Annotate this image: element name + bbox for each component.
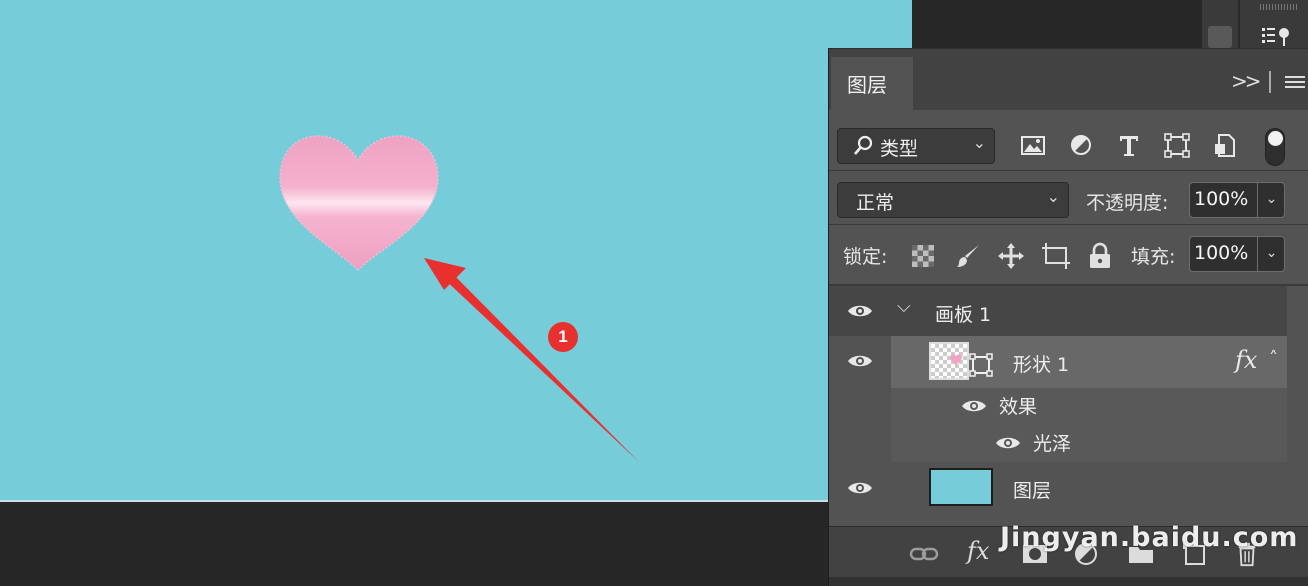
color-layer-thumbnail <box>929 468 993 506</box>
effects-highlight <box>891 388 1287 424</box>
heart-thumbnail-icon <box>950 354 962 365</box>
document-canvas[interactable]: 1 <box>0 0 912 502</box>
tab-divider <box>1269 71 1271 93</box>
effect-name-satin[interactable]: 光泽 <box>1033 429 1071 456</box>
layer-row-shape[interactable]: 形状 1 fx ˄ <box>829 336 1287 388</box>
shape-filter-icon[interactable] <box>1163 132 1191 158</box>
layer-filter-row: 类型 ⌄ <box>829 110 1308 168</box>
shape-layer-thumbnail <box>929 342 969 380</box>
pasteboard-top <box>912 0 1202 48</box>
side-dock <box>1202 0 1308 48</box>
lock-transparent-pixels-icon[interactable] <box>911 244 935 268</box>
lock-image-pixels-icon[interactable] <box>955 243 981 269</box>
properties-icon[interactable] <box>1260 24 1296 46</box>
lock-all-icon[interactable] <box>1088 242 1112 270</box>
tab-layers-label: 图层 <box>847 73 887 97</box>
annotation-badge: 1 <box>548 322 578 352</box>
chevron-down-icon: ⌄ <box>1046 187 1060 206</box>
blend-mode-dropdown[interactable]: 正常 ⌄ <box>837 182 1069 218</box>
lock-label: 锁定: <box>843 246 888 268</box>
panel-menu-icon[interactable] <box>1285 76 1305 88</box>
visibility-eye-icon[interactable] <box>995 435 1021 451</box>
layers-panel: 图层 >> 类型 ⌄ 正常 ⌄ 不透明度: 100% ⌄ 锁定: 填充: 100… <box>828 48 1308 586</box>
visibility-eye-icon[interactable] <box>847 480 873 496</box>
vector-mask-icon <box>969 353 993 377</box>
layer-row-color-fill[interactable]: 图层 <box>829 462 1287 514</box>
smart-object-filter-icon[interactable] <box>1211 132 1239 158</box>
layer-name-color-fill[interactable]: 图层 <box>1013 476 1051 503</box>
layer-effects-row[interactable]: 效果 <box>829 388 1287 424</box>
annotation-arrow <box>424 258 640 463</box>
dock-button[interactable] <box>1208 26 1232 48</box>
add-layer-style-icon[interactable]: fx <box>967 537 989 565</box>
layers-list: ⌵ 画板 1 形状 1 fx ˄ 效果 光泽 图层 <box>829 286 1308 526</box>
opacity-value: 100% <box>1194 188 1249 210</box>
fill-input[interactable]: 100% ⌄ <box>1189 236 1285 272</box>
collapse-panel-icon[interactable]: >> <box>1231 69 1261 93</box>
effect-highlight <box>891 424 1287 462</box>
chevron-down-icon[interactable]: ⌄ <box>1257 237 1285 271</box>
adjustment-filter-icon[interactable] <box>1067 132 1095 158</box>
filter-toggle-knob <box>1268 131 1283 146</box>
lock-position-icon[interactable] <box>997 242 1025 270</box>
visibility-eye-icon[interactable] <box>847 303 873 319</box>
dock-grip[interactable] <box>1260 4 1298 10</box>
layers-list-separator <box>829 284 1308 286</box>
layer-name-artboard[interactable]: 画板 1 <box>935 300 991 327</box>
filter-kind-dropdown[interactable]: 类型 ⌄ <box>837 128 995 164</box>
lock-artboard-icon[interactable] <box>1041 242 1071 270</box>
chevron-down-icon: ⌄ <box>972 133 986 152</box>
visibility-eye-icon[interactable] <box>847 353 873 369</box>
fill-label: 填充: <box>1131 246 1176 268</box>
pasteboard <box>0 502 830 586</box>
blend-mode-value: 正常 <box>856 192 895 214</box>
tab-layers[interactable]: 图层 <box>831 57 913 111</box>
layer-effect-satin-row[interactable]: 光泽 <box>829 424 1287 462</box>
chevron-down-icon[interactable]: ⌄ <box>1257 183 1285 217</box>
opacity-label: 不透明度: <box>1086 192 1169 214</box>
layer-row-artboard[interactable]: ⌵ 画板 1 <box>829 286 1287 336</box>
fill-value: 100% <box>1194 242 1249 264</box>
image-filter-icon[interactable] <box>1019 132 1047 158</box>
divider <box>829 224 1308 225</box>
dock-divider <box>1238 0 1240 48</box>
search-icon <box>854 135 873 155</box>
link-layers-icon[interactable] <box>909 541 939 567</box>
panel-bottom-edge <box>829 577 1308 586</box>
fx-indicator-icon[interactable]: fx <box>1235 346 1257 374</box>
opacity-input[interactable]: 100% ⌄ <box>1189 182 1285 218</box>
layer-name-shape[interactable]: 形状 1 <box>1013 350 1069 377</box>
filter-kind-label: 类型 <box>880 138 919 160</box>
visibility-eye-icon[interactable] <box>961 398 987 414</box>
chevron-up-icon[interactable]: ˄ <box>1269 348 1278 369</box>
type-filter-icon[interactable] <box>1115 132 1143 158</box>
panel-tab-bar: 图层 >> <box>829 48 1308 111</box>
divider <box>829 170 1308 171</box>
annotation-badge-number: 1 <box>558 327 568 346</box>
chevron-down-icon[interactable]: ⌵ <box>897 296 911 317</box>
watermark: Jingyan.baidu.com <box>1000 522 1299 553</box>
filter-toggle[interactable] <box>1265 128 1285 166</box>
effects-label[interactable]: 效果 <box>999 392 1037 419</box>
